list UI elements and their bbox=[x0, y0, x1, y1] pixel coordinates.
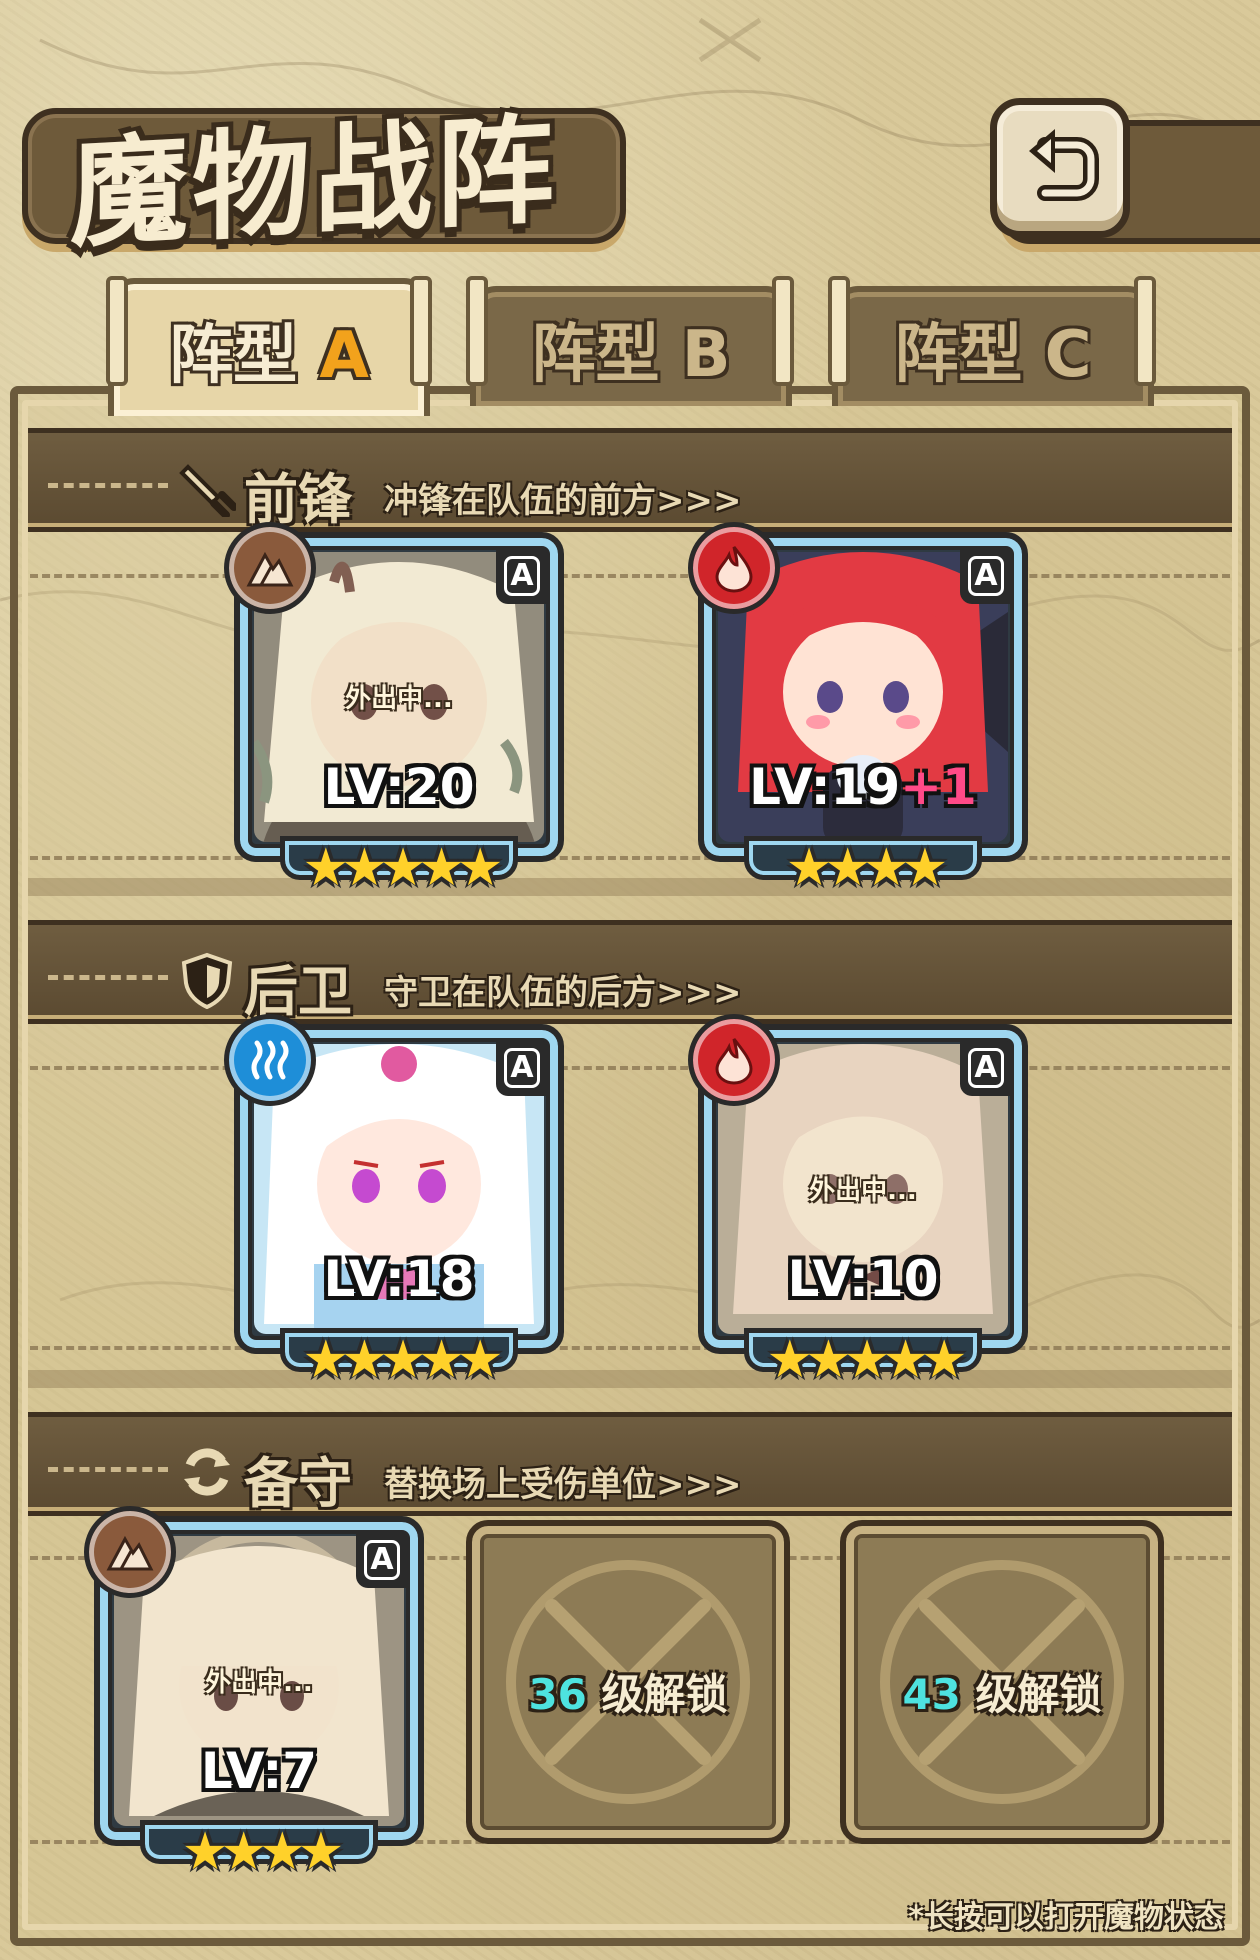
page-title: 魔物战阵 bbox=[70, 100, 559, 264]
tab-formation-b[interactable]: 阵型 B bbox=[470, 286, 792, 406]
star-rating: ★★★★ bbox=[785, 838, 948, 898]
rank-badge: A bbox=[496, 1040, 548, 1096]
unit-card-back-1[interactable]: A LV:18 ★★★★★ bbox=[224, 1014, 564, 1390]
row-dash bbox=[30, 856, 1230, 860]
element-fire-icon bbox=[688, 1014, 780, 1106]
element-fire-icon bbox=[688, 522, 780, 614]
unit-level: LV:19+1 bbox=[749, 758, 977, 816]
level-bonus: +1 bbox=[900, 758, 977, 816]
away-status: 外出中... bbox=[809, 1176, 917, 1206]
unit-level: LV:20 bbox=[323, 758, 475, 816]
star-rating: ★★★★★ bbox=[302, 838, 503, 898]
return-arrow-icon bbox=[1029, 129, 1099, 201]
rank-badge: A bbox=[356, 1532, 408, 1588]
star-rating: ★★★★★ bbox=[766, 1330, 967, 1390]
element-earth-icon bbox=[84, 1506, 176, 1598]
tab-formation-c[interactable]: 阵型 C bbox=[832, 286, 1154, 406]
tab-post bbox=[106, 276, 128, 386]
unit-level: LV:10 bbox=[787, 1250, 939, 1308]
section-desc: 守卫在队伍的后方>>> bbox=[384, 973, 742, 1013]
star-rating: ★★★★ bbox=[181, 1822, 344, 1882]
element-earth-icon bbox=[224, 522, 316, 614]
row-dash bbox=[30, 1346, 1230, 1350]
strip-dash bbox=[48, 1467, 168, 1472]
back-button[interactable] bbox=[990, 98, 1130, 238]
row-band bbox=[28, 1370, 1232, 1388]
unit-card-reserve-1[interactable]: A 外出中... LV:7 ★★★★ bbox=[84, 1506, 424, 1882]
tab-post bbox=[828, 276, 850, 386]
row-dash bbox=[30, 574, 1230, 578]
row-dash bbox=[30, 1066, 1230, 1070]
unit-card-back-2[interactable]: A 外出中... LV:10 ★★★★★ bbox=[688, 1014, 1028, 1390]
section-strip-front: 前锋 冲锋在队伍的前方>>> bbox=[28, 428, 1232, 532]
away-status: 外出中... bbox=[205, 1668, 313, 1698]
section-title: 备守 bbox=[244, 1452, 352, 1515]
locked-slot-2[interactable]: 43 级解锁 bbox=[840, 1520, 1164, 1844]
unlock-requirement: 43 级解锁 bbox=[902, 1670, 1102, 1719]
tab-formation-a[interactable]: 阵型 A bbox=[108, 278, 430, 416]
rank-badge: A bbox=[496, 548, 548, 604]
strip-dash bbox=[48, 483, 168, 488]
section-desc: 冲锋在队伍的前方>>> bbox=[384, 481, 742, 521]
strip-dash bbox=[48, 975, 168, 980]
shield-icon bbox=[181, 952, 233, 1009]
tab-label: 阵型 A bbox=[169, 319, 369, 393]
unlock-requirement: 36 级解锁 bbox=[528, 1670, 728, 1719]
tab-post bbox=[466, 276, 488, 386]
rank-badge: A bbox=[960, 1040, 1012, 1096]
rank-badge: A bbox=[960, 548, 1012, 604]
sword-icon bbox=[179, 464, 236, 517]
section-desc: 替换场上受伤单位>>> bbox=[384, 1465, 742, 1505]
row-band bbox=[28, 878, 1232, 896]
footer-hint: *长按可以打开魔物状态 bbox=[908, 1900, 1224, 1935]
tab-label: 阵型 C bbox=[894, 318, 1092, 392]
star-rating: ★★★★★ bbox=[302, 1330, 503, 1390]
swap-icon bbox=[184, 1448, 230, 1496]
tab-post bbox=[1134, 276, 1156, 386]
tab-post bbox=[410, 276, 432, 386]
unit-level: LV:18 bbox=[323, 1250, 475, 1308]
tab-label: 阵型 B bbox=[531, 318, 731, 392]
section-strip-reserve: 备守 替换场上受伤单位>>> bbox=[28, 1412, 1232, 1516]
unit-card-front-2[interactable]: A LV:19+1 ★★★★ bbox=[688, 522, 1028, 898]
section-strip-back: 后卫 守卫在队伍的后方>>> bbox=[28, 920, 1232, 1024]
away-status: 外出中... bbox=[345, 684, 453, 714]
locked-slot-1[interactable]: 36 级解锁 bbox=[466, 1520, 790, 1844]
unit-level: LV:7 bbox=[200, 1742, 318, 1800]
element-water-icon bbox=[224, 1014, 316, 1106]
tab-post bbox=[772, 276, 794, 386]
unit-card-front-1[interactable]: A 外出中... LV:20 ★★★★★ bbox=[224, 522, 564, 898]
